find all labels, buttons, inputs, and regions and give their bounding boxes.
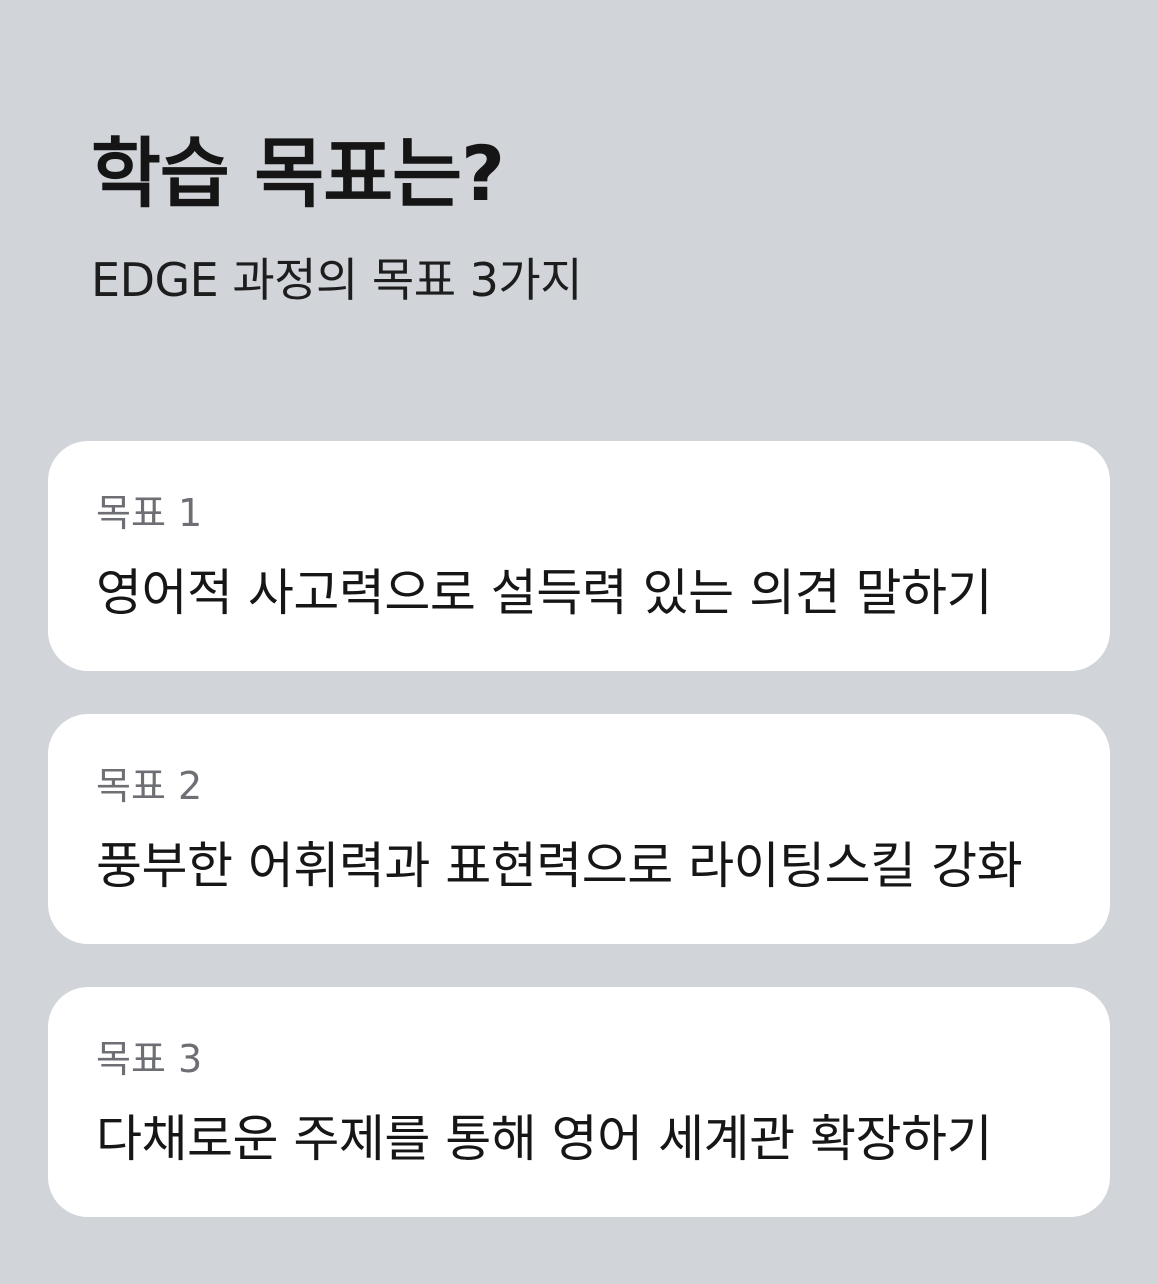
goal-label: 목표 1 <box>96 491 203 535</box>
goal-text: 풍부한 어휘력과 표현력으로 라이팅스킬 강화 <box>96 837 1023 895</box>
goal-card-1: 목표 1 영어적 사고력으로 설득력 있는 의견 말하기 <box>48 441 1110 671</box>
goal-text: 영어적 사고력으로 설득력 있는 의견 말하기 <box>96 564 992 622</box>
goal-card-2: 목표 2 풍부한 어휘력과 표현력으로 라이팅스킬 강화 <box>48 714 1110 944</box>
goal-label: 목표 2 <box>96 764 203 808</box>
page-subtitle: EDGE 과정의 목표 3가지 <box>91 253 583 307</box>
goal-list: 목표 1 영어적 사고력으로 설득력 있는 의견 말하기 목표 2 풍부한 어휘… <box>48 441 1110 1260</box>
header: 학습 목표는? EDGE 과정의 목표 3가지 <box>91 129 583 308</box>
goal-text: 다채로운 주제를 통해 영어 세계관 확장하기 <box>96 1110 992 1168</box>
page-title: 학습 목표는? <box>91 129 505 218</box>
goal-label: 목표 3 <box>96 1037 203 1081</box>
goal-card-3: 목표 3 다채로운 주제를 통해 영어 세계관 확장하기 <box>48 987 1110 1217</box>
